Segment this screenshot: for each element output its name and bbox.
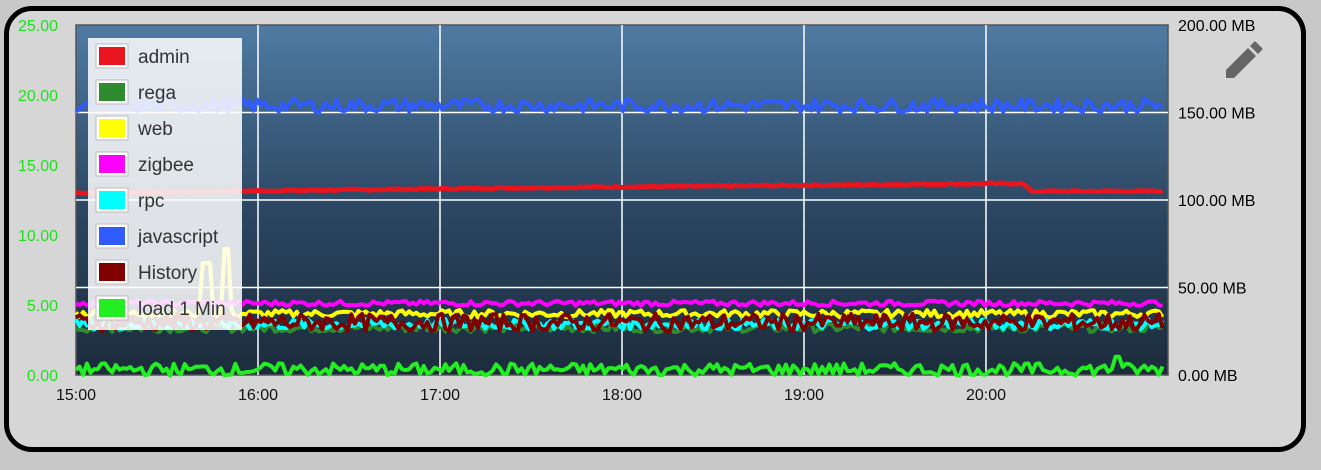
legend-swatch bbox=[99, 263, 125, 281]
legend-swatch bbox=[99, 191, 125, 209]
y-left-tick-label: 10.00 bbox=[18, 228, 58, 245]
legend-label: rpc bbox=[138, 191, 164, 212]
legend-swatch bbox=[99, 47, 125, 65]
legend-label: admin bbox=[138, 47, 190, 68]
legend-label: javascript bbox=[137, 227, 219, 248]
legend-swatch bbox=[99, 155, 125, 173]
x-tick-label: 20:00 bbox=[966, 387, 1006, 404]
legend-label: load 1 Min bbox=[138, 299, 226, 320]
legend-label: History bbox=[138, 263, 198, 284]
y-left-tick-label: 5.00 bbox=[27, 298, 58, 315]
legend-label: zigbee bbox=[138, 155, 194, 176]
y-left-tick-label: 20.00 bbox=[18, 88, 58, 105]
x-tick-label: 16:00 bbox=[238, 387, 278, 404]
y-right-tick-label: 100.00 MB bbox=[1178, 193, 1255, 210]
legend-swatch bbox=[99, 119, 125, 137]
y-right-tick-label: 200.00 MB bbox=[1178, 18, 1255, 35]
chart: 15:00 16:00 17:00 18:00 19:00 20:00 0.00 MB 50.… bbox=[18, 18, 1263, 404]
pencil-icon bbox=[1226, 41, 1263, 78]
y-right-tick-label: 150.00 MB bbox=[1178, 106, 1255, 123]
legend-label: rega bbox=[138, 83, 176, 104]
x-tick-label: 19:00 bbox=[784, 387, 824, 404]
x-tick-label: 18:00 bbox=[602, 387, 642, 404]
y-right-tick-label: 0.00 MB bbox=[1178, 368, 1238, 385]
x-tick-label: 15:00 bbox=[56, 387, 96, 404]
edit-button[interactable] bbox=[1226, 41, 1263, 79]
legend: admin rega web zigbee rpc javascript History lo… bbox=[88, 38, 242, 330]
y-right-tick-label: 50.00 MB bbox=[1178, 281, 1246, 298]
legend-swatch bbox=[99, 83, 125, 101]
legend-swatch bbox=[99, 299, 125, 317]
legend-swatch bbox=[99, 227, 125, 245]
legend-label: web bbox=[137, 119, 173, 140]
y-left-tick-label: 0.00 bbox=[27, 368, 58, 385]
y-left-tick-label: 15.00 bbox=[18, 158, 58, 175]
x-tick-label: 17:00 bbox=[420, 387, 460, 404]
y-left-tick-label: 25.00 bbox=[18, 18, 58, 35]
